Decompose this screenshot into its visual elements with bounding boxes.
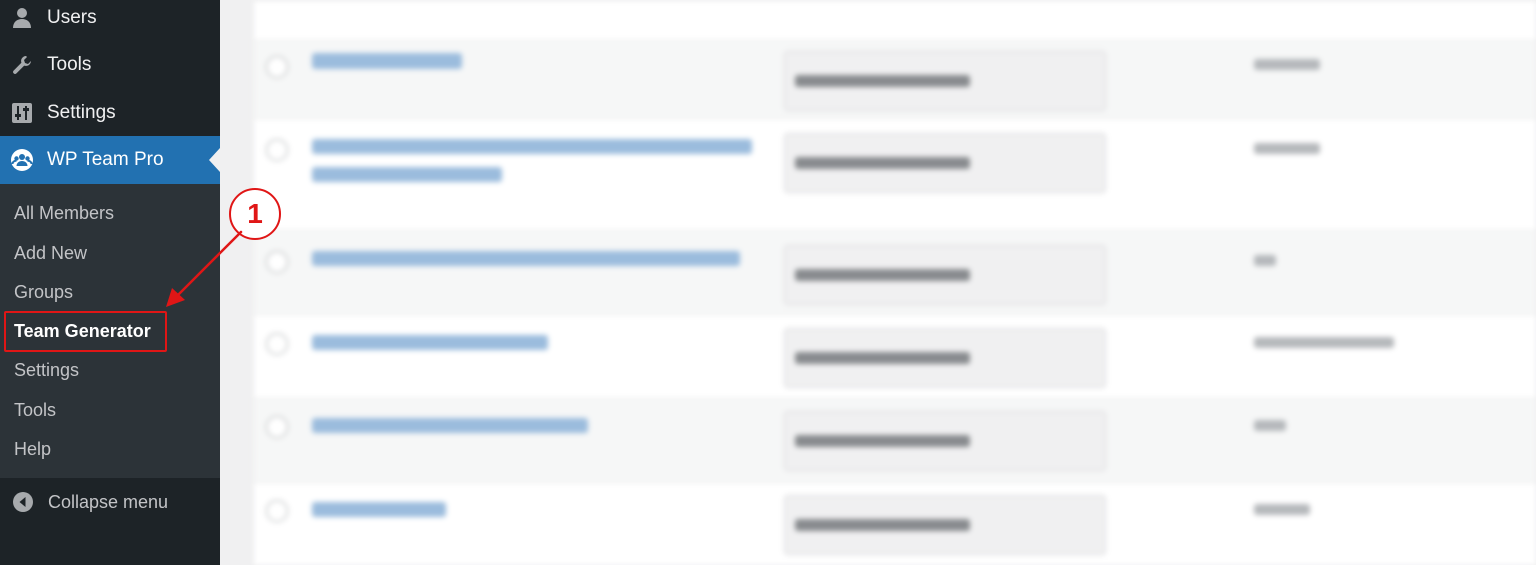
annotation-arrow-icon [166, 230, 243, 307]
wp-admin-screen: Users Tools Settings WP Team Pro All Mem… [0, 0, 1536, 565]
